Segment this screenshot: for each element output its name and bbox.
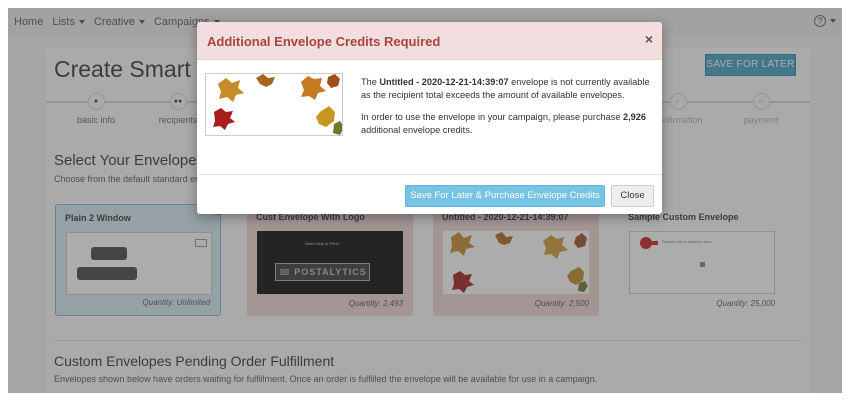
purchase-credits-button[interactable]: Save For Later & Purchase Envelope Credi… — [405, 185, 605, 207]
modal-footer: Save For Later & Purchase Envelope Credi… — [197, 175, 662, 213]
modal-header: Additional Envelope Credits Required × — [197, 22, 662, 60]
modal-paragraph-2: In order to use the envelope in your cam… — [361, 111, 651, 138]
modal-message: The Untitled - 2020-12-21-14:39:07 envel… — [361, 76, 651, 146]
autumn-leaves-image — [213, 74, 342, 135]
modal-paragraph-1: The Untitled - 2020-12-21-14:39:07 envel… — [361, 76, 651, 103]
text-prefix: In order to use the envelope in your cam… — [361, 111, 624, 122]
text-prefix: The — [361, 77, 380, 87]
credit-amount: 2,926 — [623, 111, 647, 122]
credits-modal: Additional Envelope Credits Required × T… — [197, 22, 662, 214]
close-icon[interactable]: × — [645, 31, 653, 47]
modal-body: The Untitled - 2020-12-21-14:39:07 envel… — [197, 60, 662, 175]
envelope-name: Untitled - 2020-12-21-14:39:07 — [379, 77, 509, 87]
envelope-thumbnail — [205, 73, 343, 136]
close-button[interactable]: Close — [611, 185, 654, 207]
text-suffix: additional envelope credits. — [361, 125, 473, 136]
modal-title: Additional Envelope Credits Required — [207, 34, 441, 49]
